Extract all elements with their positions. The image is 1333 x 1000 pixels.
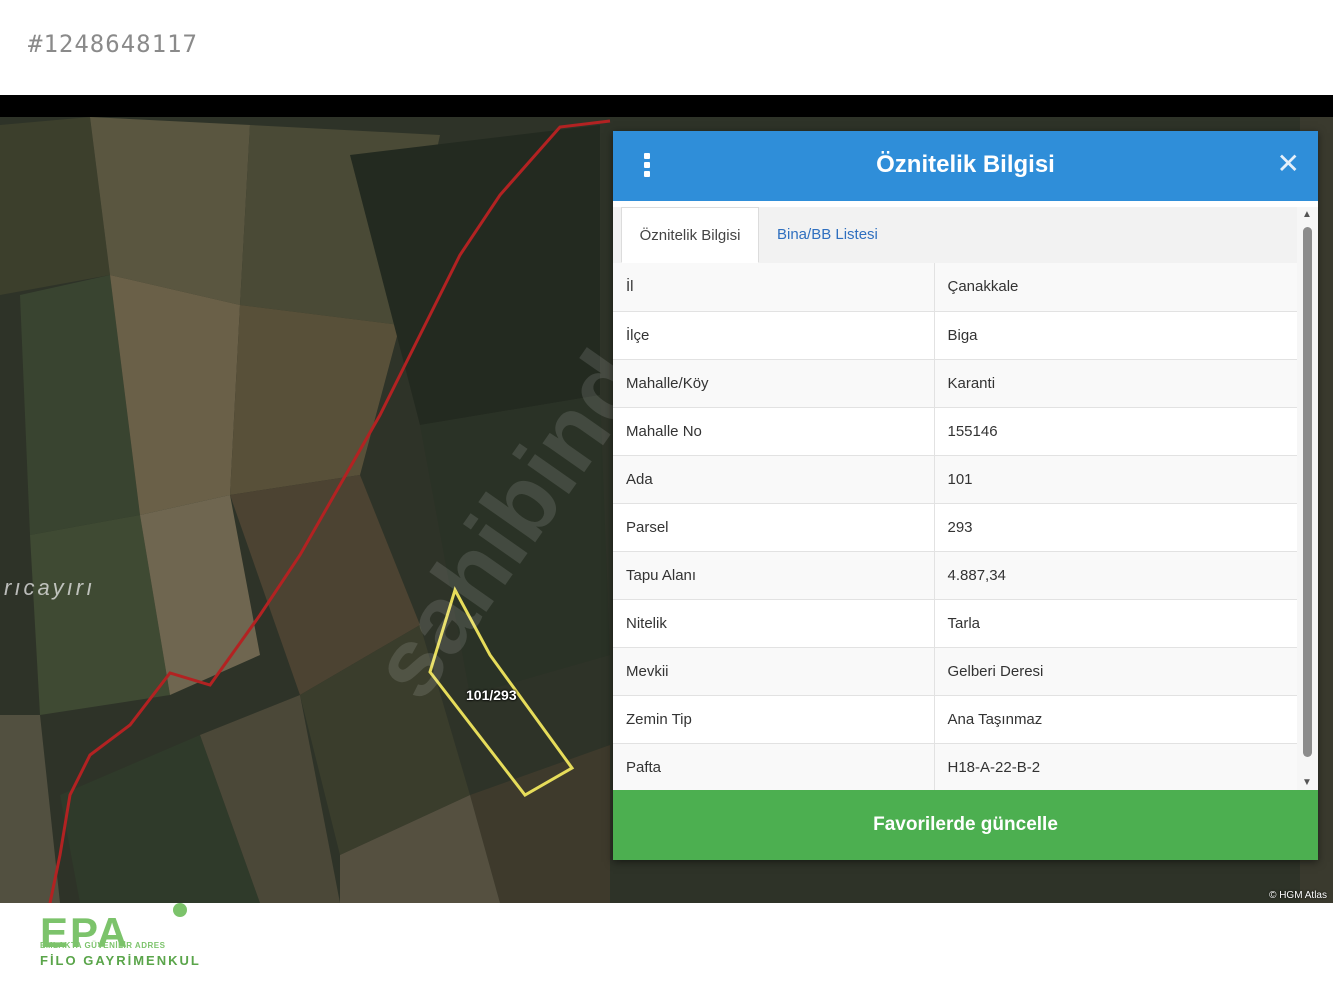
row-key: Tapu Alanı <box>613 551 934 600</box>
row-key: Mahalle No <box>613 407 934 456</box>
row-value: 293 <box>933 503 1297 552</box>
table-row: Mevkii Gelberi Deresi <box>613 647 1297 696</box>
row-key: Mahalle/Köy <box>613 359 934 408</box>
table-row: İl Çanakkale <box>613 263 1297 312</box>
table-row: Zemin Tip Ana Taşınmaz <box>613 695 1297 744</box>
row-value: Gelberi Deresi <box>933 647 1297 696</box>
map-attribution: © HGM Atlas <box>1269 890 1327 901</box>
scroll-down-arrow-icon[interactable]: ▼ <box>1302 777 1312 788</box>
row-key: Nitelik <box>613 599 934 648</box>
tab-building-list[interactable]: Bina/BB Listesi <box>777 207 878 263</box>
table-row: Pafta H18-A-22-B-2 <box>613 743 1297 790</box>
listing-id: #1248648117 <box>28 30 198 58</box>
table-row: Mahalle/Köy Karanti <box>613 359 1297 408</box>
close-icon[interactable]: ✕ <box>1277 149 1300 179</box>
row-value: Biga <box>933 311 1297 360</box>
row-value: Ana Taşınmaz <box>933 695 1297 744</box>
row-key: Zemin Tip <box>613 695 934 744</box>
location-pin-icon <box>173 903 187 917</box>
scroll-thumb[interactable] <box>1303 227 1312 757</box>
row-value: 101 <box>933 455 1297 504</box>
update-favorites-button[interactable]: Favorilerde güncelle <box>613 790 1318 860</box>
panel-header: Öznitelik Bilgisi ✕ <box>613 131 1318 201</box>
logo-subtitle: FİLO GAYRİMENKUL <box>40 953 201 968</box>
row-key: Mevkii <box>613 647 934 696</box>
row-value: H18-A-22-B-2 <box>933 743 1297 790</box>
attribute-table: İl Çanakkale İlçe Biga Mahalle/Köy Karanti … <box>613 263 1297 790</box>
scroll-up-arrow-icon[interactable]: ▲ <box>1302 209 1312 220</box>
logo-tagline: EMLAKTA GÜVENİLİR ADRES <box>40 941 166 950</box>
table-row: Nitelik Tarla <box>613 599 1297 648</box>
table-row: Parsel 293 <box>613 503 1297 552</box>
table-row: Tapu Alanı 4.887,34 <box>613 551 1297 600</box>
attribute-info-panel: Öznitelik Bilgisi ✕ Öznitelik Bilgisi Bi… <box>613 131 1318 860</box>
row-value: 155146 <box>933 407 1297 456</box>
row-value: Tarla <box>933 599 1297 648</box>
tab-attribute-info[interactable]: Öznitelik Bilgisi <box>621 207 759 263</box>
panel-tabs: Öznitelik Bilgisi Bina/BB Listesi <box>613 207 1297 264</box>
row-value: Çanakkale <box>933 263 1297 312</box>
panel-scrollbar[interactable]: ▲ ▼ <box>1297 207 1318 790</box>
table-row: Ada 101 <box>613 455 1297 504</box>
table-row: Mahalle No 155146 <box>613 407 1297 456</box>
row-key: Ada <box>613 455 934 504</box>
row-value: 4.887,34 <box>933 551 1297 600</box>
company-logo: EPA EMLAKTA GÜVENİLİR ADRES FİLO GAYRİME… <box>40 903 240 975</box>
panel-title: Öznitelik Bilgisi <box>876 151 1055 178</box>
row-value: Karanti <box>933 359 1297 408</box>
row-key: İlçe <box>613 311 934 360</box>
row-key: Parsel <box>613 503 934 552</box>
table-row: İlçe Biga <box>613 311 1297 360</box>
parcel-label: 101/293 <box>466 687 517 703</box>
row-key: Pafta <box>613 743 934 790</box>
row-key: İl <box>613 263 934 312</box>
map-place-label: rıcayırı <box>4 575 96 600</box>
